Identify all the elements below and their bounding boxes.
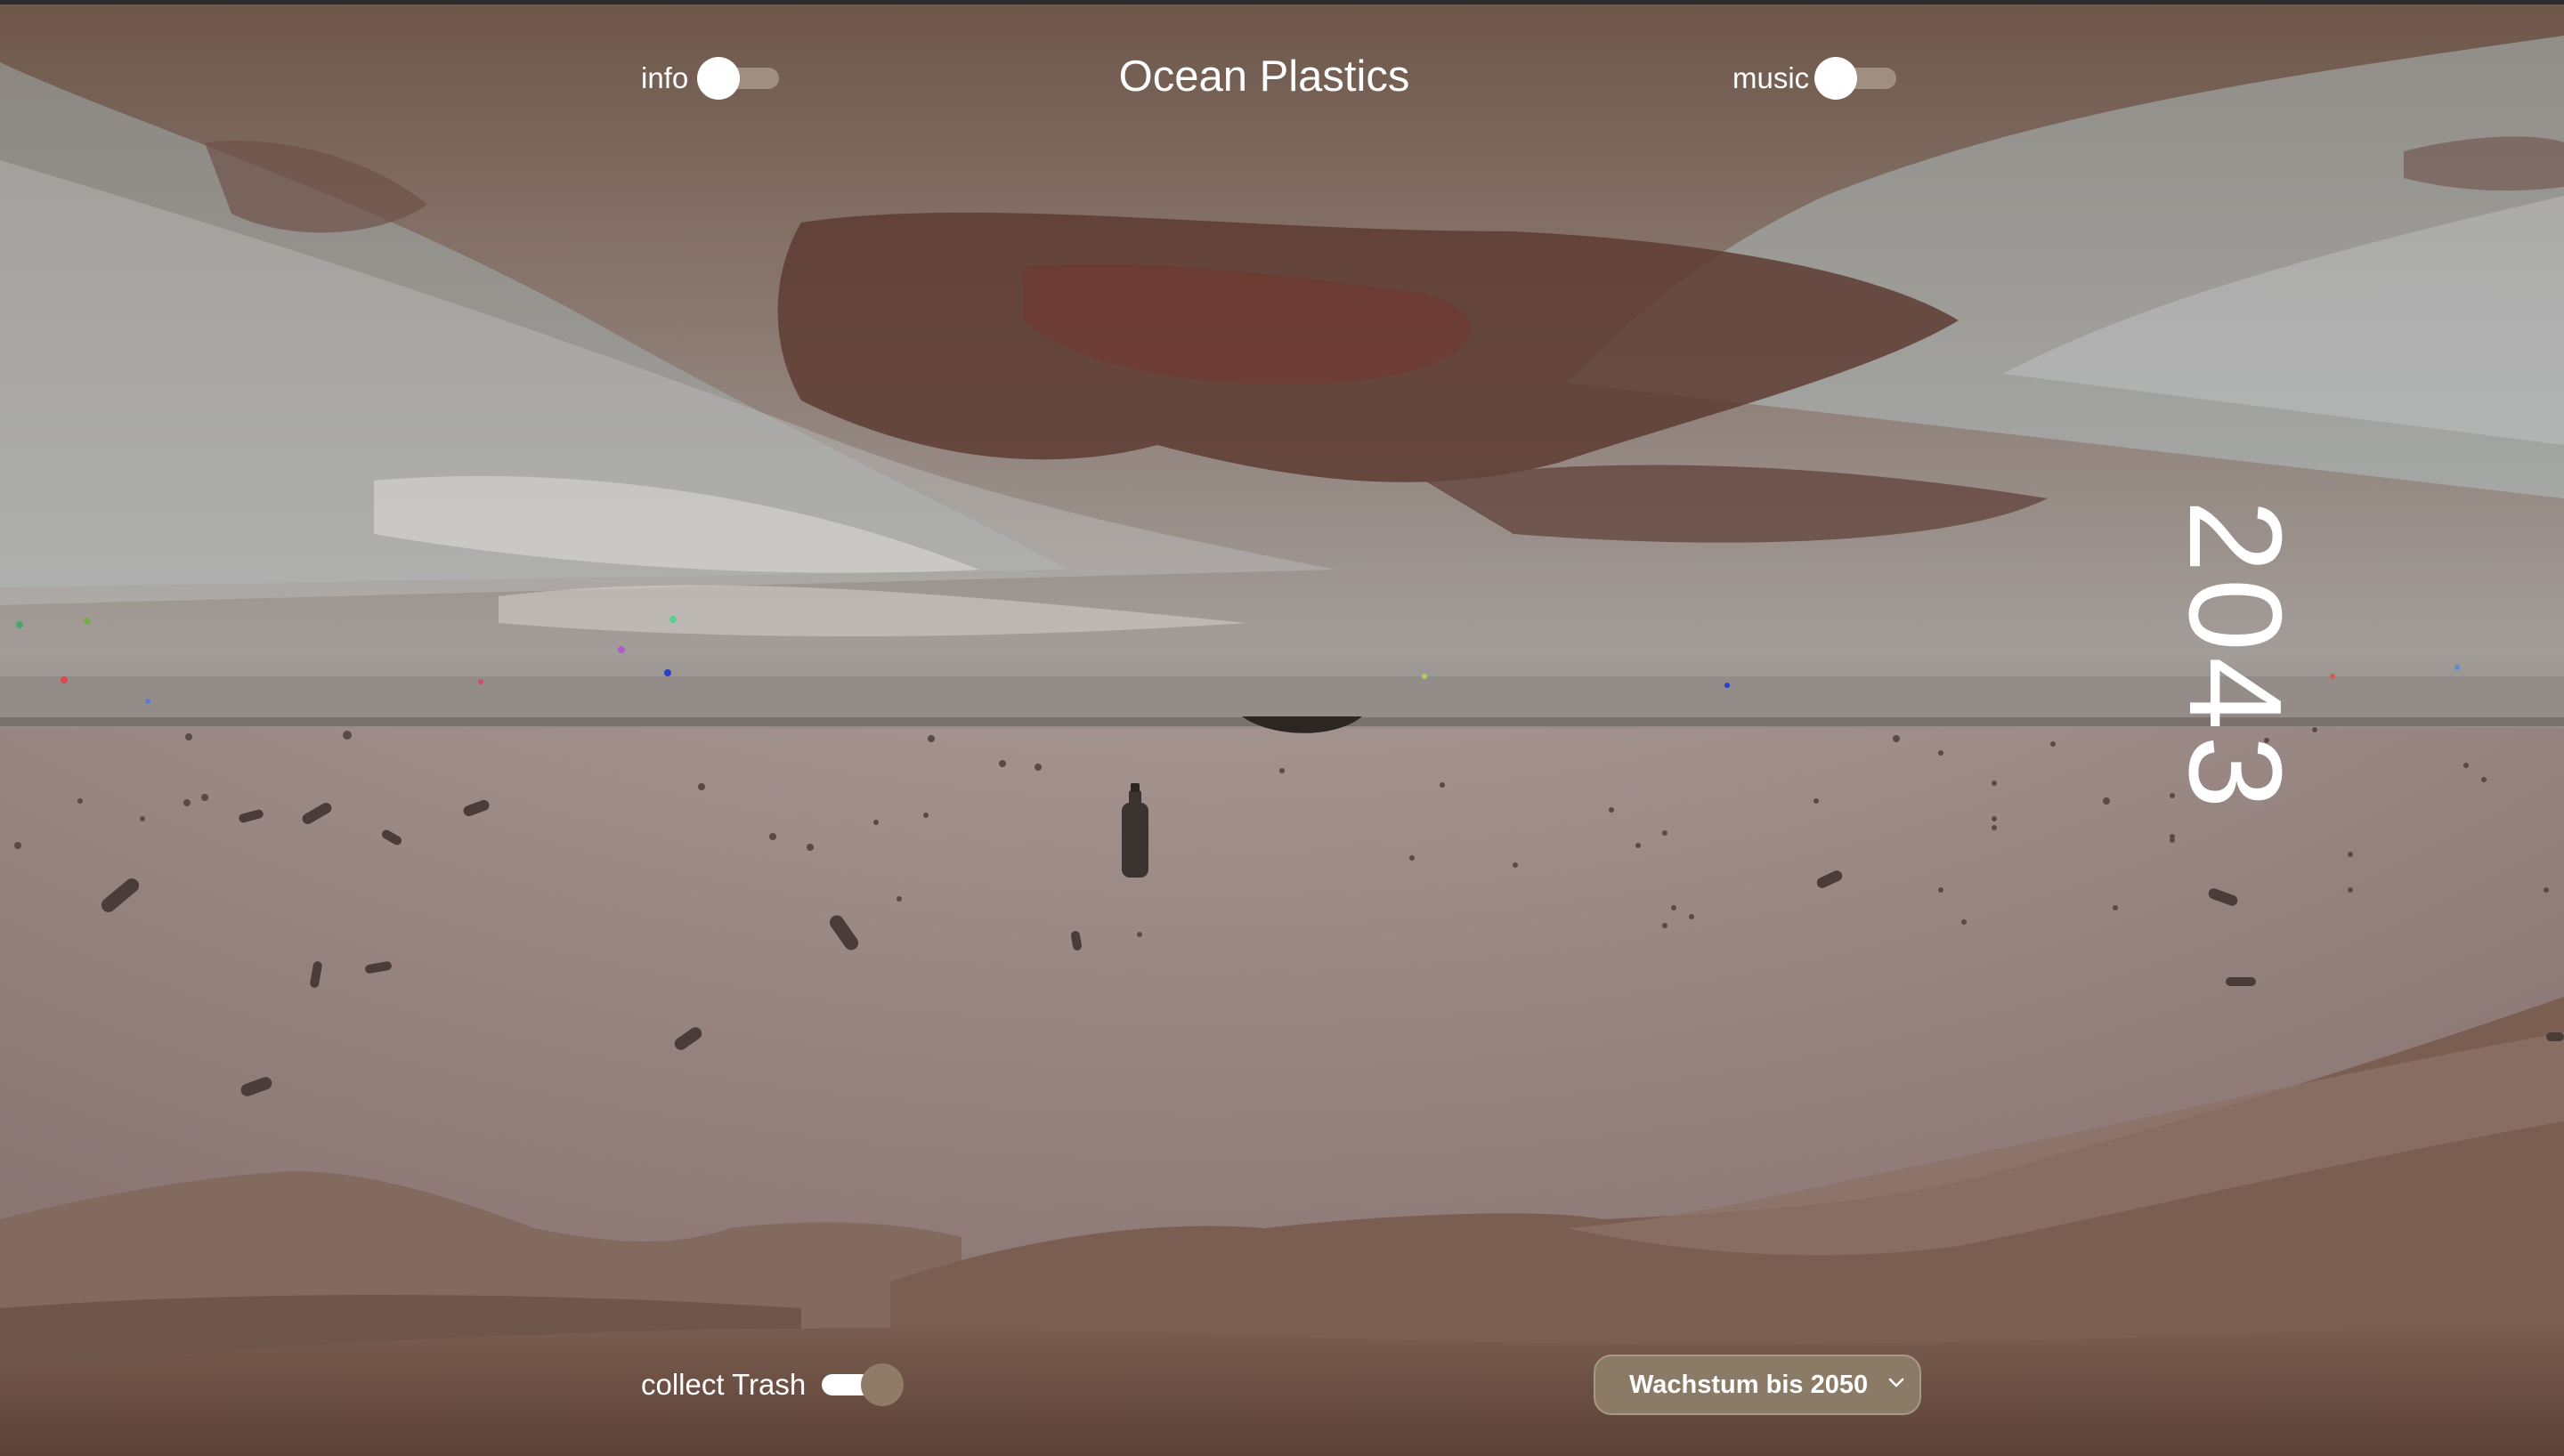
collect-trash-toggle-group: collect Trash [641,1363,905,1406]
scenario-select-value: Wachstum bis 2050 [1629,1370,1869,1399]
info-toggle[interactable] [697,57,786,100]
chevron-down-icon [1888,1378,1904,1387]
music-toggle[interactable] [1814,57,1903,100]
scenario-select[interactable]: Wachstum bis 2050 [1594,1355,1921,1415]
music-toggle-group: music [1732,57,1903,100]
info-toggle-knob [697,57,741,100]
collect-trash-toggle[interactable] [815,1363,905,1406]
collect-trash-toggle-knob [861,1363,905,1406]
year-display: 2043 [2162,499,2308,814]
music-toggle-knob [1814,57,1858,100]
collect-trash-label: collect Trash [641,1368,807,1401]
page-title: Ocean Plastics [1118,53,1410,101]
music-label: music [1732,61,1810,94]
window-top-edge [0,0,2564,4]
info-label: info [641,61,689,94]
info-toggle-group: info [641,57,786,100]
